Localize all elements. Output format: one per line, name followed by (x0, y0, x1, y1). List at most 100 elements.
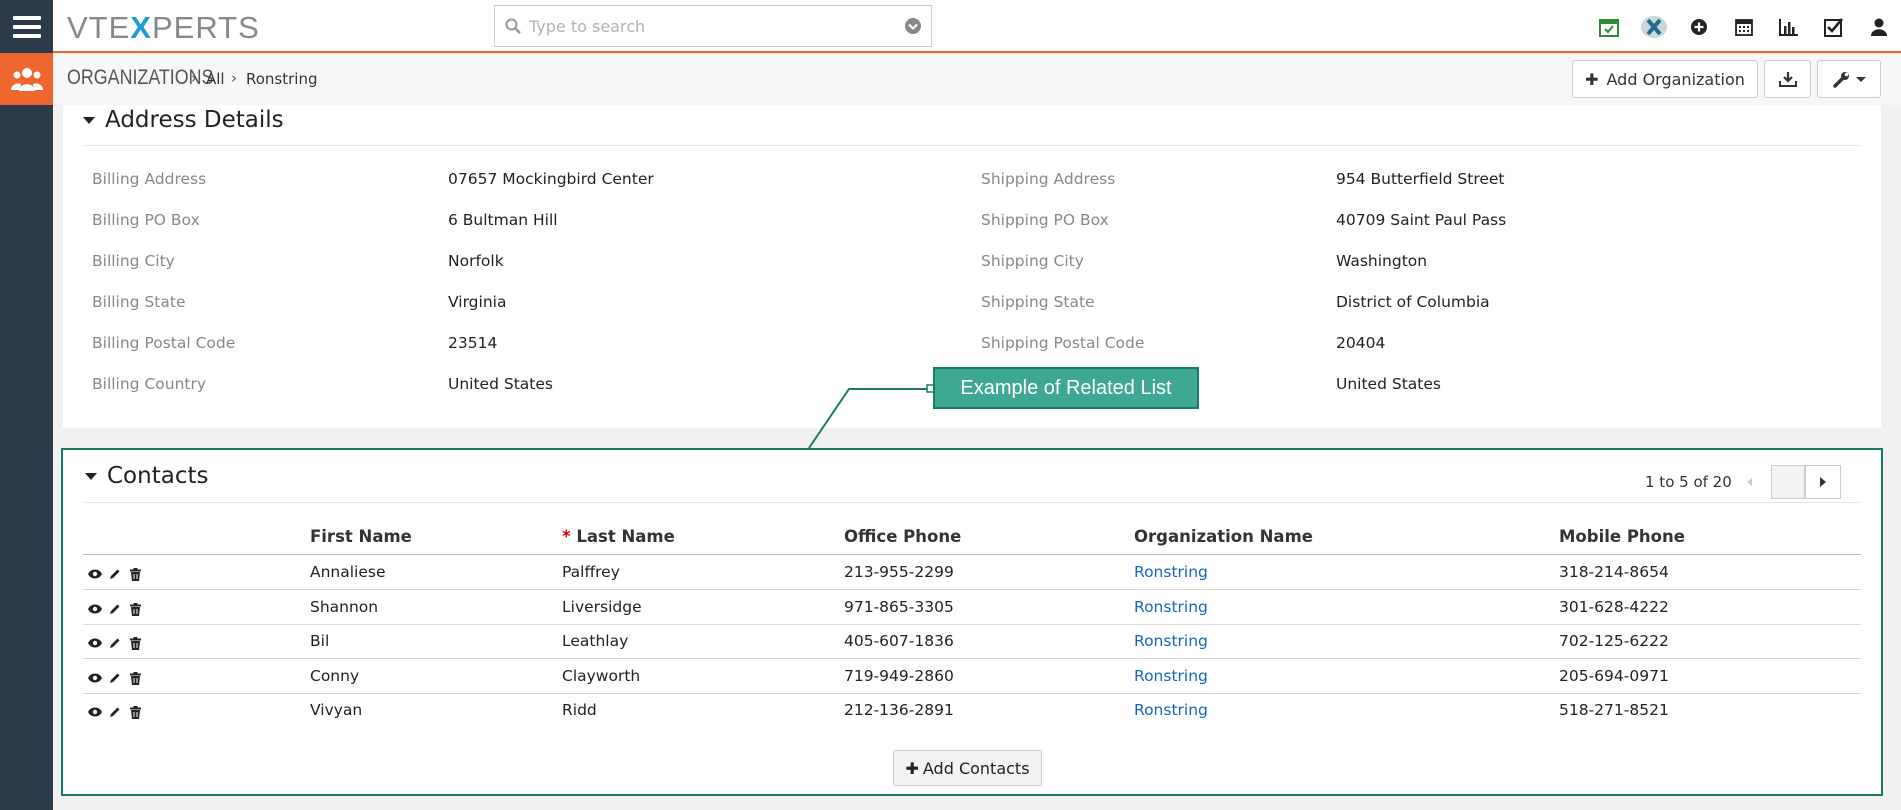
cell-last-name: Clayworth (562, 667, 641, 685)
shipping-postal-code-label: Shipping Postal Code (981, 334, 1145, 352)
pencil-icon[interactable] (108, 705, 122, 719)
breadcrumb-filter[interactable]: All (206, 70, 225, 88)
shipping-address-label: Shipping Address (981, 170, 1116, 188)
top-navigation-bar: VTEXPERTS (53, 0, 1901, 53)
header-divider (83, 554, 1861, 555)
cell-office-phone: 405-607-1836 (844, 632, 954, 650)
shipping-city-label: Shipping City (981, 252, 1084, 270)
cell-mobile-phone: 702-125-6222 (1559, 632, 1669, 650)
eye-icon[interactable] (88, 567, 102, 581)
row-divider (83, 589, 1861, 590)
trash-icon[interactable] (128, 567, 142, 581)
shipping-state-value: District of Columbia (1336, 293, 1490, 311)
user-icon[interactable] (1856, 0, 1901, 53)
organizations-module-icon[interactable] (0, 53, 53, 105)
export-button[interactable] (1764, 60, 1811, 98)
billing-po-box-label: Billing PO Box (92, 211, 200, 229)
settings-dropdown-button[interactable] (1817, 60, 1881, 98)
contacts-header[interactable]: Contacts (85, 463, 208, 489)
cell-mobile-phone: 301-628-4222 (1559, 598, 1669, 616)
divider (83, 502, 1861, 503)
cell-organization-link[interactable]: Ronstring (1134, 563, 1208, 581)
row-actions (88, 602, 142, 616)
column-header-office-phone[interactable]: Office Phone (844, 527, 961, 546)
column-header-last-name[interactable]: * Last Name (562, 527, 675, 546)
billing-city-value: Norfolk (448, 252, 504, 270)
add-organization-button[interactable]: ✚ Add Organization (1572, 60, 1758, 98)
row-actions (88, 671, 142, 685)
bar-chart-icon[interactable] (1766, 0, 1811, 53)
cell-office-phone: 212-136-2891 (844, 701, 954, 719)
vtexperts-x-icon[interactable] (1631, 0, 1676, 53)
required-mark: * (562, 527, 571, 546)
row-divider (83, 693, 1861, 694)
cell-office-phone: 719-949-2860 (844, 667, 954, 685)
cell-first-name: Bil (310, 632, 330, 650)
pencil-icon[interactable] (108, 567, 122, 581)
cell-last-name: Ridd (562, 701, 597, 719)
chevron-down-circle-icon[interactable] (905, 18, 921, 34)
search-input[interactable] (529, 16, 905, 36)
row-actions (88, 705, 142, 719)
billing-country-label: Billing Country (92, 375, 207, 393)
trash-icon[interactable] (128, 705, 142, 719)
cell-first-name: Shannon (310, 598, 379, 616)
pencil-icon[interactable] (108, 602, 122, 616)
caret-right-icon (1820, 477, 1826, 487)
caret-down-icon (1855, 76, 1866, 82)
trash-icon[interactable] (128, 602, 142, 616)
plus-circle-icon[interactable] (1676, 0, 1721, 53)
divider (83, 145, 1861, 146)
cell-organization-link[interactable]: Ronstring (1134, 598, 1208, 616)
row-divider (83, 658, 1861, 659)
column-header-first-name[interactable]: First Name (310, 527, 412, 546)
calendar-icon[interactable] (1721, 0, 1766, 53)
cell-first-name: Conny (310, 667, 360, 685)
cell-first-name: Annaliese (310, 563, 386, 581)
eye-icon[interactable] (88, 636, 102, 650)
cell-organization-link[interactable]: Ronstring (1134, 701, 1208, 719)
eye-icon[interactable] (88, 671, 102, 685)
pagination-info: 1 to 5 of 20 (1645, 473, 1732, 491)
eye-icon[interactable] (88, 705, 102, 719)
column-header-organization-name[interactable]: Organization Name (1134, 527, 1313, 546)
row-divider (83, 624, 1861, 625)
hamburger-menu-button[interactable] (0, 0, 53, 53)
column-header-mobile-phone[interactable]: Mobile Phone (1559, 527, 1685, 546)
billing-state-label: Billing State (92, 293, 186, 311)
chevron-right-icon: › (231, 69, 237, 87)
trash-icon[interactable] (128, 636, 142, 650)
row-actions (88, 636, 142, 650)
trash-icon[interactable] (128, 671, 142, 685)
shipping-postal-code-value: 20404 (1336, 334, 1386, 352)
cell-organization-link[interactable]: Ronstring (1134, 667, 1208, 685)
address-details-header[interactable]: Address Details (83, 107, 284, 133)
page-number-button[interactable] (1771, 465, 1805, 499)
checkbox-icon[interactable] (1811, 0, 1856, 53)
cell-office-phone: 213-955-2299 (844, 563, 954, 581)
group-icon (10, 68, 43, 91)
pencil-icon[interactable] (108, 636, 122, 650)
row-actions (88, 567, 142, 581)
plus-icon: ✚ (1585, 69, 1599, 89)
calendar-check-icon[interactable] (1586, 0, 1631, 53)
billing-po-box-value: 6 Bultman Hill (448, 211, 558, 229)
add-contacts-button[interactable]: ✚ Add Contacts (893, 750, 1042, 786)
search-icon (505, 18, 521, 34)
previous-page-button[interactable] (1735, 465, 1763, 499)
billing-city-label: Billing City (92, 252, 175, 270)
cell-organization-link[interactable]: Ronstring (1134, 632, 1208, 650)
pencil-icon[interactable] (108, 671, 122, 685)
caret-left-icon (1746, 478, 1752, 486)
vtexperts-logo[interactable]: VTEXPERTS (67, 10, 260, 46)
shipping-address-value: 954 Butterfield Street (1336, 170, 1505, 188)
eye-icon[interactable] (88, 602, 102, 616)
next-page-button[interactable] (1805, 465, 1841, 499)
top-icon-bar (1586, 0, 1901, 53)
shipping-city-value: Washington (1336, 252, 1428, 270)
chevron-right-icon: › (191, 69, 197, 87)
contacts-related-list: Contacts 1 to 5 of 20 First Name * Last … (61, 448, 1883, 796)
cell-mobile-phone: 318-214-8654 (1559, 563, 1669, 581)
global-search[interactable] (494, 5, 932, 47)
related-list-annotation: Example of Related List (933, 367, 1199, 409)
